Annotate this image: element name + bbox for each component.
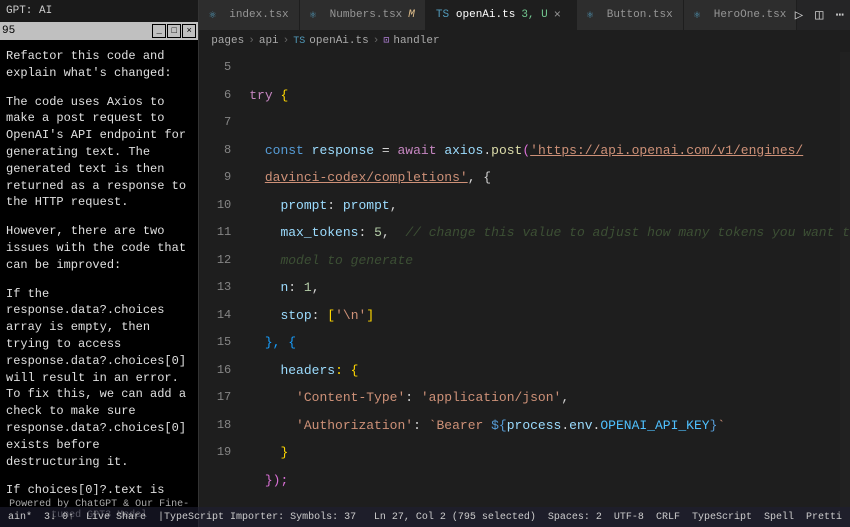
indent-status[interactable]: Spaces: 2	[548, 512, 602, 523]
chat-text: If choices[0]?.text is null or undefined…	[6, 482, 192, 495]
ts-icon: ⚛	[310, 8, 324, 22]
tab-label: index.tsx	[229, 9, 288, 21]
ts-icon: ⚛	[209, 8, 223, 22]
cursor-position[interactable]: Ln 27, Col 2 (795 selected)	[374, 512, 536, 523]
chat-text: However, there are two issues with the c…	[6, 223, 192, 273]
maximize-button[interactable]: □	[167, 24, 181, 38]
eol-status[interactable]: CRLF	[656, 512, 680, 523]
breadcrumb-seg[interactable]: pages	[211, 35, 244, 47]
tab-label: openAi.ts	[456, 9, 515, 21]
method-icon: ⊡	[383, 35, 389, 47]
tab-label: Button.tsx	[607, 9, 673, 21]
breadcrumb-seg[interactable]: openAi.ts	[309, 35, 368, 47]
tab-modified-badge: M	[408, 9, 415, 21]
chat-text: The code uses Axios to make a post reque…	[6, 94, 192, 212]
tab-numbers[interactable]: ⚛ Numbers.tsx M	[300, 0, 426, 30]
chevron-right-icon: ›	[283, 35, 290, 47]
liveshare-status[interactable]: Live Share	[86, 512, 146, 523]
ts-importer-status[interactable]: |TypeScript Importer: Symbols: 37	[158, 512, 356, 523]
status-bar: ain* 3↓ 0↑ Live Share |TypeScript Import…	[0, 507, 850, 527]
ts-icon: TS	[436, 8, 450, 22]
tab-bar: ⚛ index.tsx ⚛ Numbers.tsx M TS openAi.ts…	[199, 0, 850, 30]
branch-status[interactable]: ain*	[8, 512, 32, 523]
prettier-status[interactable]: Pretti	[806, 512, 842, 523]
sync-status[interactable]: 3↓ 0↑	[44, 512, 74, 523]
ts-icon: ⚛	[587, 8, 601, 22]
tab-index[interactable]: ⚛ index.tsx	[199, 0, 299, 30]
tab-label: HeroOne.tsx	[714, 9, 787, 21]
chat-text: If the response.data?.choices array is e…	[6, 286, 192, 471]
chevron-right-icon: ›	[248, 35, 255, 47]
panel-title: GPT: AI	[0, 0, 198, 22]
line-gutter: 5678910111213141516171819	[199, 52, 249, 527]
tab-heroone[interactable]: ⚛ HeroOne.tsx	[684, 0, 798, 30]
tab-label: Numbers.tsx	[330, 9, 403, 21]
chevron-right-icon: ›	[373, 35, 380, 47]
split-editor-icon[interactable]: ◫	[813, 5, 825, 26]
close-button[interactable]: ×	[182, 24, 196, 38]
tab-button[interactable]: ⚛ Button.tsx	[577, 0, 684, 30]
minimap[interactable]	[840, 52, 850, 527]
more-actions-icon[interactable]: ⋯	[834, 5, 846, 26]
chat-prompt: Refactor this code and explain what's ch…	[6, 48, 192, 82]
breadcrumb-seg[interactable]: handler	[393, 35, 439, 47]
tab-openai[interactable]: TS openAi.ts 3, U ×	[426, 0, 577, 30]
chat-content: Refactor this code and explain what's ch…	[0, 40, 198, 495]
inner-window-title: 95	[2, 25, 15, 37]
run-icon[interactable]: ▷	[793, 5, 805, 26]
language-mode[interactable]: TypeScript	[692, 512, 752, 523]
inner-window-titlebar: 95 _ □ ×	[0, 22, 198, 40]
ts-icon: TS	[293, 36, 305, 47]
editor-group: ⚛ index.tsx ⚛ Numbers.tsx M TS openAi.ts…	[199, 0, 850, 527]
ai-side-panel: GPT: AI 95 _ □ × Refactor this code and …	[0, 0, 199, 527]
tab-status-badge: 3, U	[521, 9, 547, 21]
code-content[interactable]: try { const response = await axios.post(…	[249, 52, 850, 527]
close-tab-icon[interactable]: ×	[554, 8, 566, 22]
code-editor[interactable]: 5678910111213141516171819 try { const re…	[199, 52, 850, 527]
ts-icon: ⚛	[694, 8, 708, 22]
spellcheck-status[interactable]: Spell	[764, 512, 794, 523]
minimize-button[interactable]: _	[152, 24, 166, 38]
breadcrumb-seg[interactable]: api	[259, 35, 279, 47]
breadcrumb[interactable]: pages › api › TS openAi.ts › ⊡ handler	[199, 30, 850, 52]
encoding-status[interactable]: UTF-8	[614, 512, 644, 523]
